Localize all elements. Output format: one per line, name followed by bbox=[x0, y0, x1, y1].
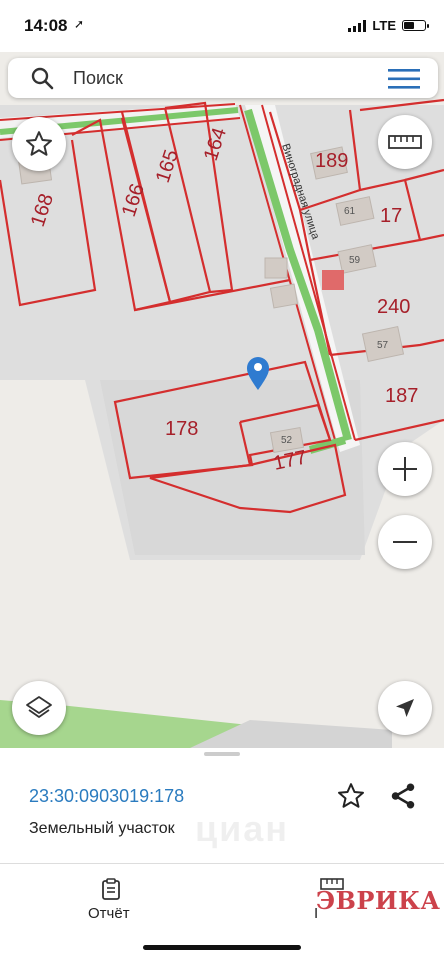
parcel-label-240: 240 bbox=[377, 296, 410, 318]
home-indicator bbox=[143, 945, 301, 950]
search-icon bbox=[31, 67, 54, 90]
layers-button[interactable] bbox=[12, 681, 66, 735]
evrika-watermark-logo: ЭВРИКА bbox=[316, 886, 441, 915]
plus-icon bbox=[393, 457, 417, 481]
layers-icon bbox=[26, 696, 52, 718]
sheet-grabber[interactable] bbox=[204, 752, 240, 756]
minus-icon bbox=[393, 541, 417, 543]
sheet-divider bbox=[0, 863, 444, 864]
ruler-icon bbox=[388, 135, 422, 149]
selected-building bbox=[322, 270, 344, 290]
network-type: LTE bbox=[372, 18, 396, 33]
house-number-61: 61 bbox=[344, 206, 356, 217]
star-icon bbox=[26, 131, 52, 156]
watermark-brand: циан bbox=[195, 808, 290, 849]
share-icon[interactable] bbox=[388, 781, 418, 811]
cadastral-map[interactable]: 168 166 165 164 189 17 240 187 178 177 6… bbox=[0, 52, 444, 748]
status-indicators: LTE bbox=[348, 18, 429, 33]
parcel-type-label: Земельный участок bbox=[29, 820, 175, 837]
location-arrow-icon: ➚ bbox=[74, 17, 85, 31]
house-number-57: 57 bbox=[377, 340, 389, 351]
house-number-52: 52 bbox=[281, 435, 293, 446]
map-canvas[interactable]: 168 166 165 164 189 17 240 187 178 177 6… bbox=[0, 52, 444, 748]
zoom-out-button[interactable] bbox=[378, 515, 432, 569]
status-time: 14:08 bbox=[24, 16, 68, 35]
parcel-bottom-sheet[interactable]: циан 23:30:0903019:178 Земельный участок… bbox=[0, 748, 444, 960]
house-number-59: 59 bbox=[349, 255, 361, 266]
parcel-label-187: 187 bbox=[385, 385, 418, 407]
favorite-button[interactable] bbox=[12, 117, 66, 171]
ruler-button[interactable] bbox=[378, 115, 432, 169]
report-tab-label[interactable]: Отчёт bbox=[88, 905, 130, 922]
my-location-button[interactable] bbox=[378, 681, 432, 735]
status-bar: 14:08 ➚ LTE bbox=[0, 0, 444, 52]
favorite-parcel-star-icon[interactable] bbox=[335, 781, 367, 811]
battery-icon bbox=[402, 20, 429, 31]
parcel-label-189: 189 bbox=[315, 150, 348, 172]
navigation-arrow-icon bbox=[396, 699, 414, 717]
report-clipboard-icon[interactable] bbox=[100, 878, 122, 900]
search-input[interactable]: Поиск bbox=[73, 68, 123, 89]
search-bar[interactable]: Поиск bbox=[8, 58, 438, 98]
signal-icon bbox=[348, 19, 367, 32]
zoom-in-button[interactable] bbox=[378, 442, 432, 496]
parcel-label-178: 178 bbox=[165, 418, 198, 440]
cadastral-number-link[interactable]: 23:30:0903019:178 bbox=[29, 786, 184, 807]
parcel-label-17: 17 bbox=[380, 205, 402, 227]
menu-icon[interactable] bbox=[388, 69, 420, 89]
